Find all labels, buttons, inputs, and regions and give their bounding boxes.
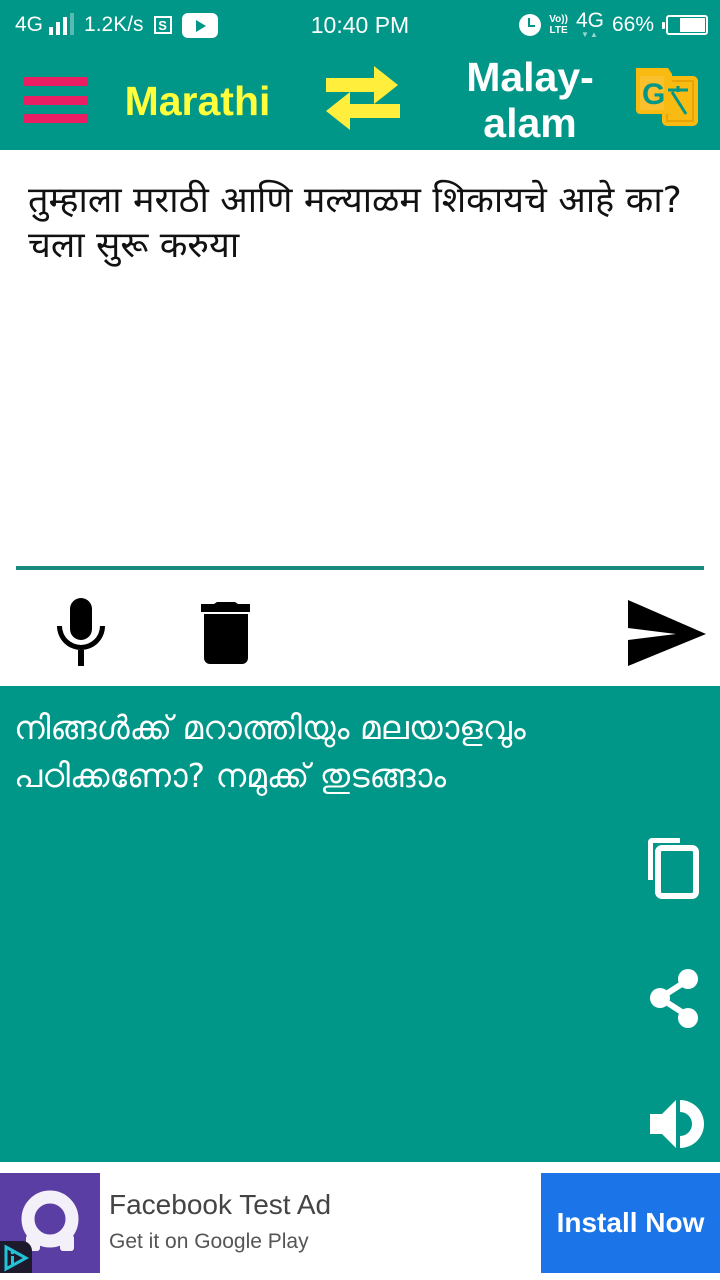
volte-icon: Vo)) LTE [549, 14, 568, 36]
google-translate-button[interactable]: G [632, 62, 702, 132]
speaker-icon [650, 1100, 704, 1148]
hamburger-menu-icon-bar [24, 114, 88, 123]
install-now-button[interactable]: Install Now [541, 1173, 720, 1273]
swap-arrows-icon [326, 66, 400, 130]
status-right: Vo)) LTE 4G ▼▲ 66% [519, 10, 708, 40]
microphone-icon [57, 598, 105, 666]
volte-bottom: LTE [549, 25, 568, 36]
speak-button[interactable] [640, 1094, 708, 1154]
alarm-icon [519, 14, 542, 36]
voice-input-button[interactable] [50, 598, 112, 666]
svg-text:G: G [642, 78, 665, 111]
share-button[interactable] [640, 966, 708, 1032]
copy-button[interactable] [640, 834, 708, 904]
status-bar: 4G 1.2K/s S 10:40 PM Vo)) LTE 4G ▼▲ 66% [0, 0, 720, 50]
ad-choices-icon [4, 1244, 30, 1272]
output-area: നിങ്ങൾക്ക് മറാത്തിയും മലയാളവും പഠിക്കണോ?… [0, 686, 720, 1162]
ad-banner[interactable]: Facebook Test Ad Get it on Google Play I… [0, 1162, 720, 1280]
target-language-line1: Malay- [466, 54, 594, 100]
input-actions [0, 570, 720, 686]
source-language-selector[interactable]: Marathi [110, 76, 285, 126]
translate-send-button[interactable] [624, 598, 710, 668]
ad-choices-badge[interactable] [0, 1241, 32, 1273]
network-type-right: 4G ▼▲ [575, 9, 604, 39]
translated-text: നിങ്ങൾക്ക് മറാത്തിയും മലയാളവും പഠിക്കണോ?… [14, 708, 526, 795]
network-type-right-label: 4G [575, 9, 604, 32]
send-icon [628, 600, 706, 666]
ad-app-icon[interactable] [0, 1173, 100, 1273]
menu-button[interactable] [24, 75, 88, 125]
target-language-line2: alam [483, 100, 577, 146]
target-language-selector[interactable]: Malay- alam [450, 54, 610, 146]
copy-icon [648, 838, 699, 899]
source-text-input[interactable]: तुम्हाला मराठी आणि मल्याळम शिकायचे आहे क… [28, 178, 698, 268]
app-toolbar: Marathi Malay- alam G [0, 50, 720, 150]
share-icon [650, 969, 698, 1028]
hamburger-menu-icon-bar [24, 77, 88, 86]
input-area: तुम्हाला मराठी आणि मल्याळम शिकायचे आहे क… [0, 150, 720, 570]
ad-subtitle: Get it on Google Play [109, 1230, 309, 1253]
swap-languages-button[interactable] [320, 62, 404, 134]
volte-top: Vo)) [549, 14, 568, 25]
battery-fill [679, 18, 705, 32]
battery-percent: 66% [611, 13, 654, 36]
clear-text-button[interactable] [195, 598, 257, 666]
hamburger-menu-icon-bar [24, 95, 88, 105]
network-activity-icon: ▼▲ [581, 30, 599, 39]
battery-icon [662, 15, 708, 35]
google-translate-icon: G [636, 68, 698, 126]
ad-title[interactable]: Facebook Test Ad [109, 1188, 331, 1222]
trash-icon [201, 602, 250, 664]
